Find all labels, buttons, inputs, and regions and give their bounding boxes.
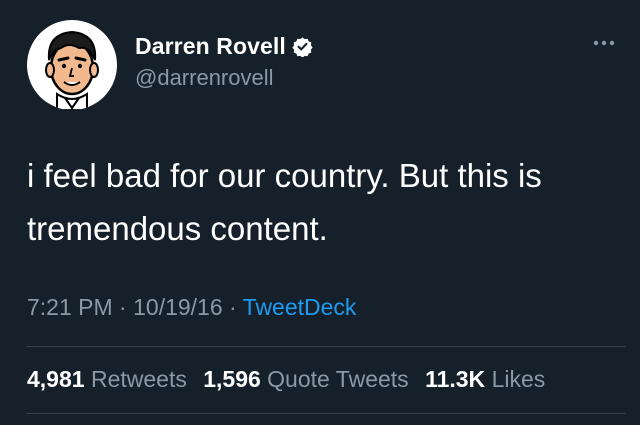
tweet-text: i feel bad for our country. But this is t… — [27, 149, 617, 255]
tweet-stats: 4,981 Retweets 1,596 Quote Tweets 11.3K … — [27, 366, 555, 393]
tweet-source-link[interactable]: TweetDeck — [243, 294, 357, 320]
meta-separator: · — [222, 294, 243, 320]
tweet-text-line-2: tremendous content. — [27, 210, 328, 247]
likes-count: 11.3K — [425, 366, 486, 392]
display-name[interactable]: Darren Rovell — [135, 33, 286, 60]
retweets-count: 4,981 — [27, 366, 85, 392]
meta-separator: · — [112, 294, 134, 320]
tweet-date[interactable]: 10/19/16 — [133, 294, 223, 320]
author-handle[interactable]: @darrenrovell — [135, 65, 274, 91]
quote-tweets-stat[interactable]: 1,596 Quote Tweets — [203, 366, 408, 392]
tweet-card: Darren Rovell @darrenrovell i feel bad f… — [0, 0, 640, 425]
quote-tweets-count: 1,596 — [203, 366, 261, 392]
author-name-row: Darren Rovell — [135, 33, 313, 60]
likes-stat[interactable]: 11.3K Likes — [425, 366, 545, 392]
avatar[interactable] — [27, 20, 117, 110]
tweet-meta: 7:21 PM · 10/19/16 · TweetDeck — [27, 294, 356, 321]
tweet-time[interactable]: 7:21 PM — [27, 294, 113, 320]
tweet-text-line-1: i feel bad for our country. But this is — [27, 157, 542, 194]
retweets-label: Retweets — [90, 366, 187, 392]
quote-tweets-label: Quote Tweets — [267, 366, 409, 392]
likes-label: Likes — [491, 366, 546, 392]
divider — [27, 346, 626, 347]
retweets-stat[interactable]: 4,981 Retweets — [27, 366, 187, 392]
cartoon-face-avatar-icon — [45, 30, 99, 110]
more-options-icon[interactable] — [590, 33, 618, 53]
divider — [27, 413, 626, 414]
verified-badge-icon — [292, 36, 313, 58]
